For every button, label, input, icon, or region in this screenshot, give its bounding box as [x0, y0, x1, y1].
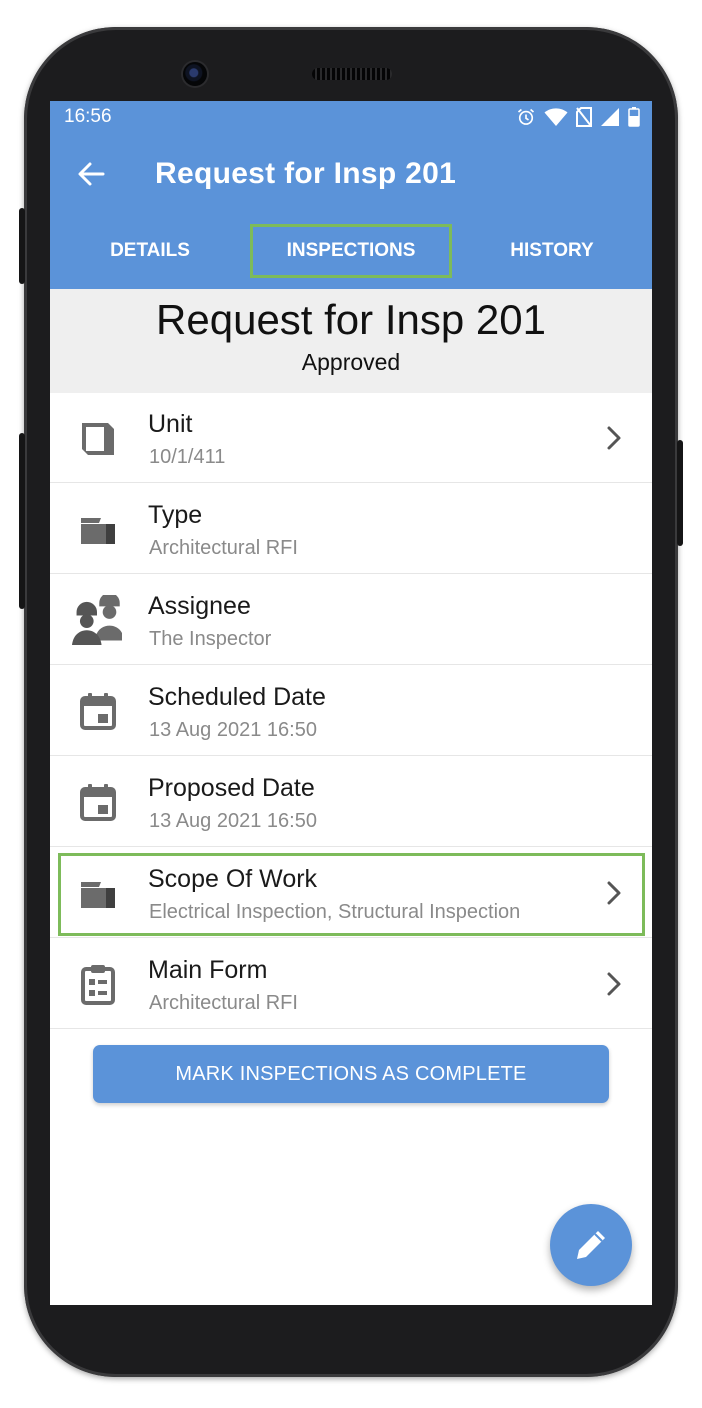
field-label: Type	[148, 501, 203, 529]
no-sim-icon	[576, 107, 592, 127]
folder-icon	[81, 882, 115, 908]
field-label: Unit	[148, 410, 193, 438]
field-label: Assignee	[148, 592, 251, 620]
cube-icon	[82, 423, 114, 455]
app-bar: 16:56 Request for Insp 201 DETAILS INSPE…	[50, 101, 652, 289]
back-arrow-icon	[78, 162, 105, 186]
record-header: Request for Insp 201 Approved	[50, 289, 652, 393]
field-value: Architectural RFI	[149, 992, 298, 1014]
earpiece-speaker	[312, 68, 392, 80]
field-value: 13 Aug 2021 16:50	[149, 810, 317, 832]
battery-icon	[628, 107, 640, 127]
field-value: The Inspector	[149, 628, 272, 650]
front-camera	[183, 62, 207, 86]
clipboard-icon	[81, 965, 115, 1005]
field-proposed-date: Proposed Date 13 Aug 2021 16:50	[50, 757, 652, 847]
mark-inspections-complete-button[interactable]: MARK INSPECTIONS AS COMPLETE	[93, 1045, 609, 1103]
field-label: Proposed Date	[148, 774, 315, 802]
tab-inspections[interactable]: INSPECTIONS	[250, 224, 452, 278]
app-title: Request for Insp 201	[155, 157, 457, 190]
workers-icon	[72, 595, 122, 645]
chevron-right-icon	[607, 972, 621, 996]
chevron-right-icon	[607, 881, 621, 905]
back-button[interactable]	[76, 159, 106, 189]
signal-icon	[600, 107, 620, 127]
field-label: Scheduled Date	[148, 683, 326, 711]
field-assignee: Assignee The Inspector	[50, 575, 652, 665]
field-value: Architectural RFI	[149, 537, 298, 559]
phone-screen: 16:56 Request for Insp 201 DETAILS INSPE…	[50, 101, 652, 1305]
volume-button	[19, 208, 25, 284]
field-value: Electrical Inspection, Structural Inspec…	[149, 901, 521, 923]
field-scheduled-date: Scheduled Date 13 Aug 2021 16:50	[50, 666, 652, 756]
edit-fab-button[interactable]	[550, 1204, 632, 1286]
tab-history[interactable]: HISTORY	[452, 224, 652, 278]
field-main-form[interactable]: Main Form Architectural RFI	[50, 939, 652, 1029]
alarm-icon	[516, 107, 536, 127]
field-label: Scope Of Work	[148, 865, 318, 893]
field-scope-of-work[interactable]: Scope Of Work Electrical Inspection, Str…	[50, 848, 652, 938]
field-type: Type Architectural RFI	[50, 484, 652, 574]
status-icons	[516, 107, 640, 127]
power-button	[677, 440, 683, 546]
calendar-icon	[80, 784, 116, 821]
record-title: Request for Insp 201	[156, 296, 546, 343]
field-value: 10/1/411	[149, 446, 226, 468]
calendar-icon	[80, 693, 116, 730]
record-status: Approved	[301, 349, 401, 375]
pencil-icon	[577, 1231, 605, 1259]
tab-details[interactable]: DETAILS	[50, 224, 250, 278]
chevron-right-icon	[607, 426, 621, 450]
field-value: 13 Aug 2021 16:50	[149, 719, 317, 741]
field-label: Main Form	[148, 956, 268, 984]
status-time: 16:56	[64, 106, 112, 127]
side-button	[19, 433, 25, 609]
field-unit[interactable]: Unit 10/1/411	[50, 393, 652, 483]
wifi-icon	[544, 107, 568, 127]
folder-icon	[81, 518, 115, 544]
